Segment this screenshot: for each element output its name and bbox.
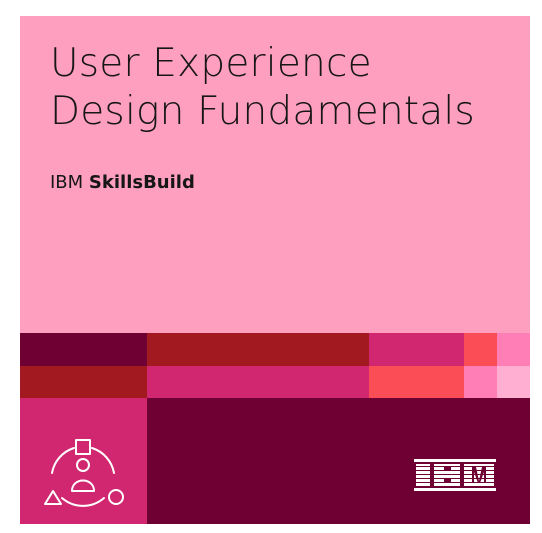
title-line-1: User Experience	[50, 41, 372, 86]
icon-panel	[20, 398, 147, 524]
ibm-logo	[414, 459, 496, 491]
badge-header: User Experience Design Fundamentals IBM …	[20, 16, 530, 333]
color-block	[20, 366, 147, 398]
color-block	[147, 333, 369, 366]
color-block	[369, 366, 464, 398]
color-block	[20, 333, 147, 366]
color-block	[497, 366, 530, 398]
title-line-2: Design Fundamentals	[50, 89, 475, 134]
brand-label: IBM SkillsBuild	[50, 172, 195, 193]
badge-title: User Experience Design Fundamentals	[50, 40, 475, 136]
brand-prefix: IBM	[50, 172, 84, 193]
color-block	[147, 366, 369, 398]
color-block	[464, 333, 497, 366]
color-block	[369, 333, 464, 366]
brand-name: SkillsBuild	[88, 172, 195, 193]
badge-card: User Experience Design Fundamentals IBM …	[20, 16, 530, 524]
color-block	[464, 366, 497, 398]
user-shapes-icon	[44, 439, 124, 507]
color-block	[497, 333, 530, 366]
